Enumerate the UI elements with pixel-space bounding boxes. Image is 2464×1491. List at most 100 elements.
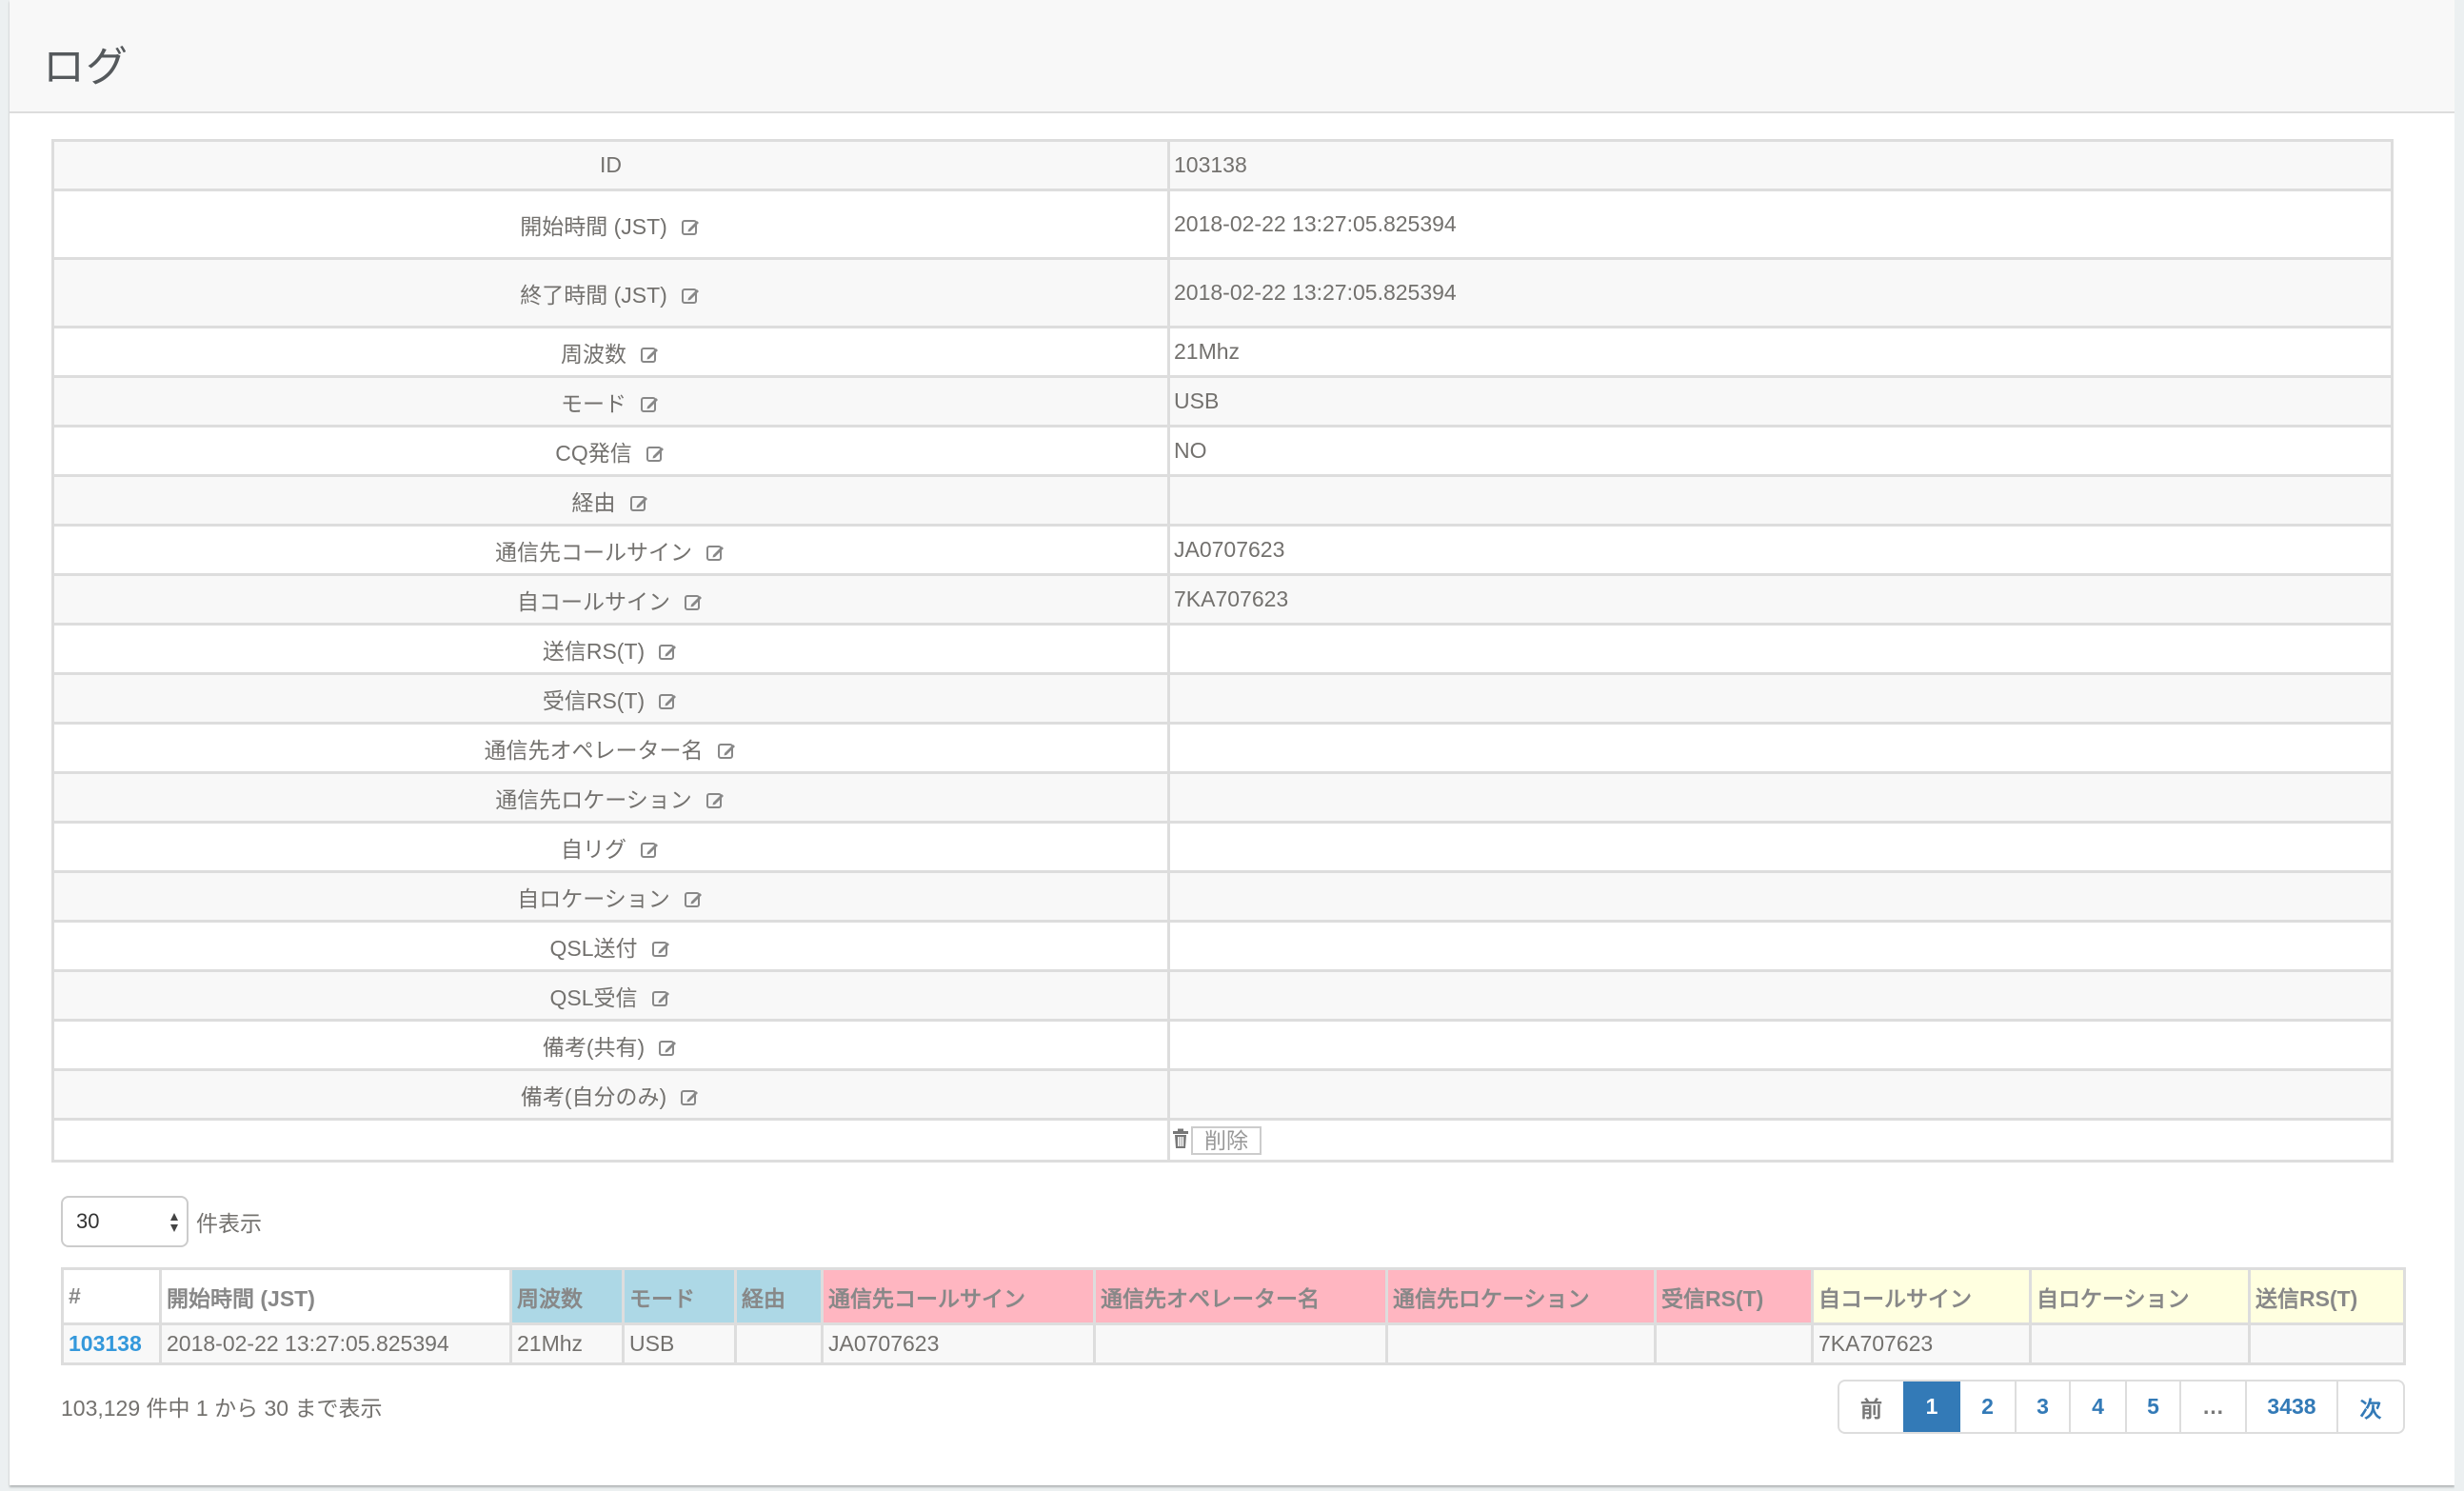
table-row: 103138 2018-02-22 13:27:05.825394 21Mhz USB…: [61, 1322, 2406, 1365]
edit-icon[interactable]: [717, 740, 738, 761]
detail-actions-row: 削除: [51, 1118, 2394, 1163]
edit-icon[interactable]: [640, 839, 661, 860]
pagination-page-5[interactable]: 5: [2125, 1382, 2179, 1432]
pagination-page-2[interactable]: 2: [1960, 1382, 2015, 1432]
edit-icon[interactable]: [640, 393, 661, 414]
edit-icon[interactable]: [681, 285, 702, 306]
edit-icon[interactable]: [651, 938, 672, 959]
detail-label: 自ロケーション: [517, 885, 670, 911]
detail-label-cell: QSL送付: [51, 920, 1170, 972]
detail-row: QSL受信: [51, 969, 2394, 1022]
page-length-select[interactable]: 30: [61, 1196, 189, 1247]
detail-label: 周波数: [561, 341, 626, 367]
detail-actions-cell: 削除: [1167, 1118, 2394, 1163]
right-gutter: [2454, 0, 2464, 1491]
detail-label-cell: 周波数: [51, 326, 1170, 378]
edit-icon[interactable]: [640, 344, 661, 365]
edit-icon[interactable]: [684, 591, 705, 612]
detail-value: [1167, 623, 2394, 675]
table-cell: 2018-02-22 13:27:05.825394: [159, 1322, 512, 1365]
edit-icon[interactable]: [651, 987, 672, 1008]
list-header-row: # 開始時間 (JST) 周波数 モード 経由 通信先コールサイン 通信先オペレーター名 通信…: [61, 1267, 2406, 1325]
detail-row: 受信RS(T): [51, 672, 2394, 725]
detail-label: 備考(共有): [542, 1034, 646, 1060]
detail-value: [1167, 969, 2394, 1022]
table-cell: [1654, 1322, 1814, 1365]
detail-value: 2018-02-22 13:27:05.825394: [1167, 189, 2394, 260]
delete-button[interactable]: 削除: [1191, 1125, 1262, 1155]
edit-icon[interactable]: [658, 690, 679, 711]
pagination-page-3[interactable]: 3: [2015, 1382, 2069, 1432]
detail-label: 自リグ: [561, 836, 626, 862]
pagination-page-1[interactable]: 1: [1903, 1382, 1960, 1432]
edit-icon[interactable]: [684, 888, 705, 909]
detail-label-cell: 自リグ: [51, 821, 1170, 873]
detail-value: [1167, 672, 2394, 725]
edit-icon[interactable]: [658, 641, 679, 662]
edit-icon[interactable]: [629, 492, 650, 513]
trash-icon: [1172, 1128, 1189, 1149]
edit-icon[interactable]: [705, 542, 726, 563]
table-cell: [1093, 1322, 1388, 1365]
pagination-page-4[interactable]: 4: [2069, 1382, 2125, 1432]
detail-label-cell: 自コールサイン: [51, 573, 1170, 626]
pagination-prev[interactable]: 前: [1839, 1382, 1903, 1432]
detail-row: 通信先ロケーション: [51, 771, 2394, 824]
table-cell: 7KA707623: [1811, 1322, 2032, 1365]
edit-icon[interactable]: [680, 1086, 701, 1107]
column-header[interactable]: モード: [622, 1267, 737, 1325]
table-cell: JA0707623: [821, 1322, 1096, 1365]
column-header[interactable]: 送信RS(T): [2248, 1267, 2406, 1325]
detail-row: 通信先オペレーター名: [51, 722, 2394, 774]
detail-label-cell: 備考(共有): [51, 1019, 1170, 1071]
detail-label-cell: 受信RS(T): [51, 672, 1170, 725]
detail-row: CQ発信 NO: [51, 425, 2394, 477]
detail-value: 21Mhz: [1167, 326, 2394, 378]
panel-heading: ログ: [10, 0, 2454, 113]
column-header[interactable]: 周波数: [509, 1267, 625, 1325]
page-title: ログ: [43, 44, 129, 90]
detail-value: NO: [1167, 425, 2394, 477]
table-info: 103,129 件中 1 から 30 まで表示: [61, 1396, 383, 1421]
table-cell: [2029, 1322, 2251, 1365]
detail-row: 周波数 21Mhz: [51, 326, 2394, 378]
edit-icon[interactable]: [681, 216, 702, 237]
edit-icon[interactable]: [658, 1037, 679, 1058]
detail-label-cell: CQ発信: [51, 425, 1170, 477]
detail-value: 7KA707623: [1167, 573, 2394, 626]
detail-value: [1167, 1068, 2394, 1121]
detail-label-cell: 備考(自分のみ): [51, 1068, 1170, 1121]
detail-value: USB: [1167, 375, 2394, 427]
edit-icon[interactable]: [705, 789, 726, 810]
log-detail-table: ID 103138 開始時間 (JST) 2018-02-22 13:27:05.…: [51, 139, 2394, 1163]
table-cell: [734, 1322, 824, 1365]
detail-row: 備考(自分のみ): [51, 1068, 2394, 1121]
column-header[interactable]: 自コールサイン: [1811, 1267, 2032, 1325]
detail-row: モード USB: [51, 375, 2394, 427]
detail-label-cell: 通信先コールサイン: [51, 524, 1170, 576]
detail-label: QSL受信: [549, 984, 638, 1010]
page-length-control: 30 件表示: [61, 1196, 262, 1247]
column-header[interactable]: 受信RS(T): [1654, 1267, 1814, 1325]
edit-icon[interactable]: [646, 443, 666, 464]
detail-label: ID: [51, 139, 1170, 191]
detail-value: [1167, 722, 2394, 774]
column-header[interactable]: 通信先オペレーター名: [1093, 1267, 1388, 1325]
log-list-table: # 開始時間 (JST) 周波数 モード 経由 通信先コールサイン 通信先オペレーター名 通信…: [61, 1267, 2406, 1365]
column-header[interactable]: #: [61, 1267, 162, 1325]
id-cell: 103138: [61, 1322, 162, 1365]
pagination-page-last[interactable]: 3438: [2245, 1382, 2336, 1432]
column-header[interactable]: 通信先コールサイン: [821, 1267, 1096, 1325]
pagination-next[interactable]: 次: [2336, 1382, 2403, 1432]
column-header[interactable]: 開始時間 (JST): [159, 1267, 512, 1325]
log-id-link[interactable]: 103138: [69, 1331, 142, 1356]
table-cell: USB: [622, 1322, 737, 1365]
detail-value: JA0707623: [1167, 524, 2394, 576]
column-header[interactable]: 自ロケーション: [2029, 1267, 2251, 1325]
table-cell: 21Mhz: [509, 1322, 625, 1365]
pagination-ellipsis: …: [2179, 1382, 2245, 1432]
page-length-label: 件表示: [196, 1211, 262, 1236]
detail-label: モード: [561, 390, 626, 416]
column-header[interactable]: 経由: [734, 1267, 824, 1325]
column-header[interactable]: 通信先ロケーション: [1385, 1267, 1657, 1325]
